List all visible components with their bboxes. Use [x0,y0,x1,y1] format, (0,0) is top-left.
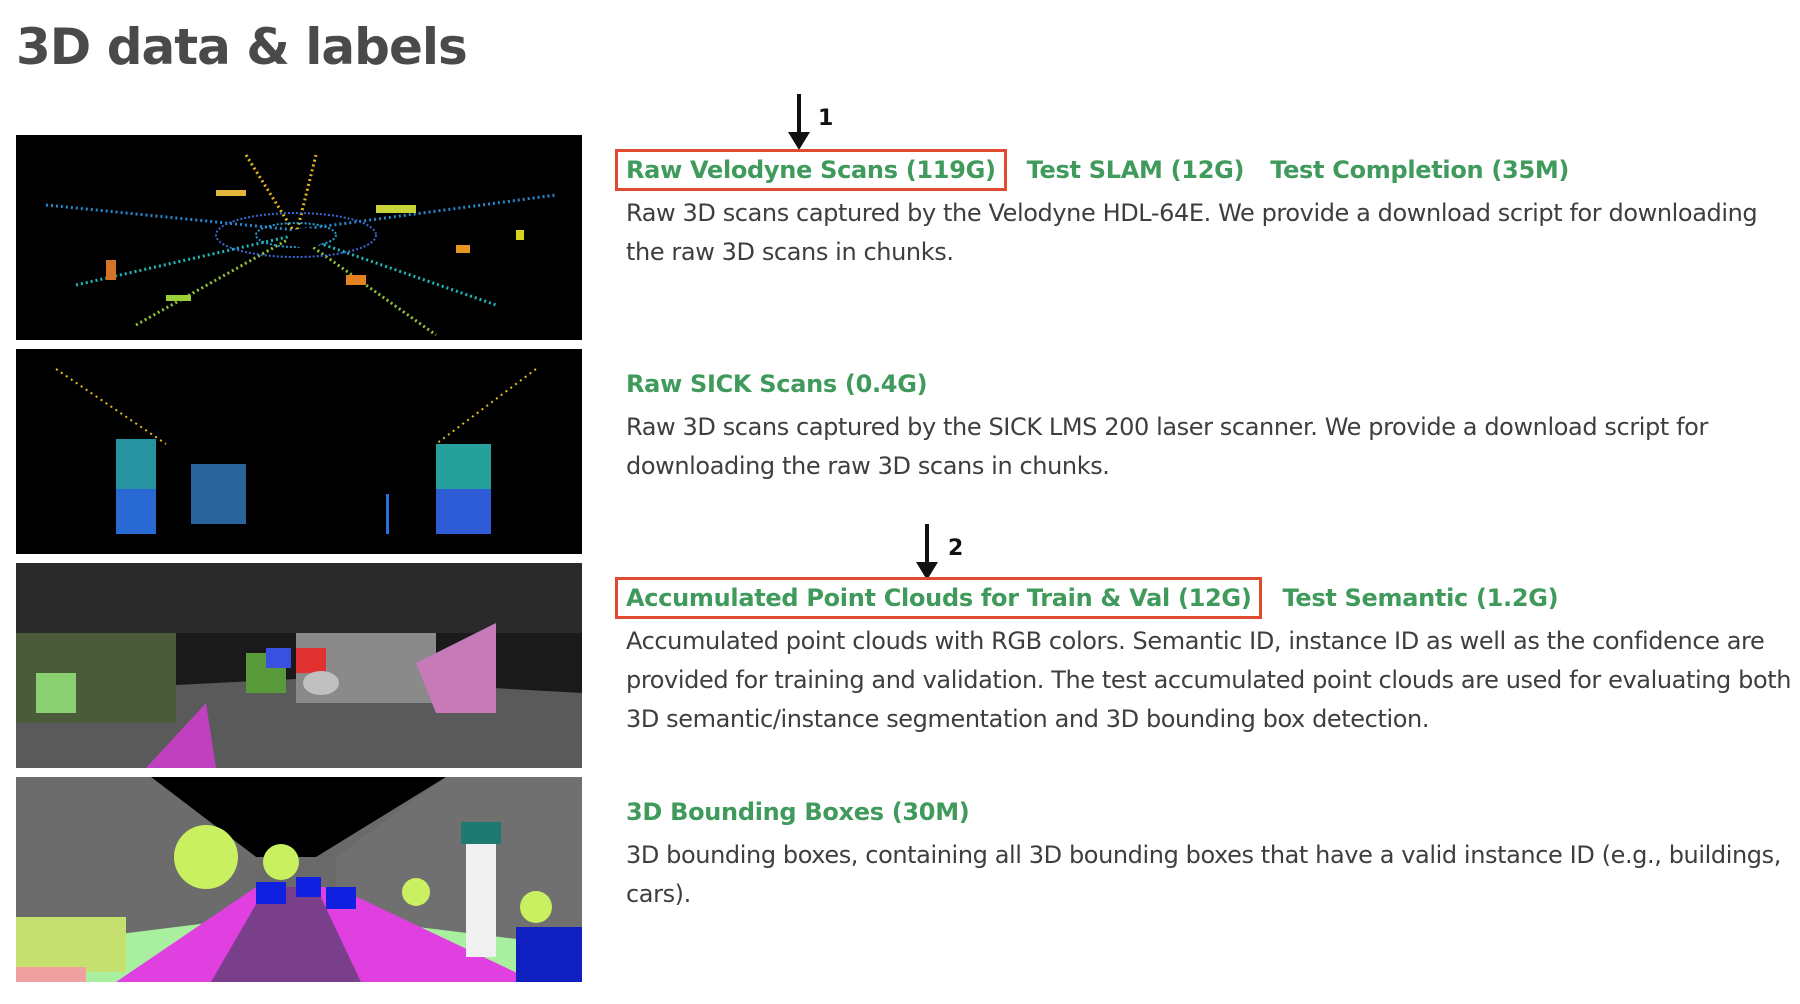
raw-sick-scans-link[interactable]: Raw SICK Scans (0.4G) [626,370,928,398]
page-title: 3D data & labels [16,18,468,76]
section-bounding-boxes: 3D Bounding Boxes (30M) 3D bounding boxe… [626,792,1796,914]
section-description: Raw 3D scans captured by the SICK LMS 20… [626,413,1708,480]
accumulated-point-clouds-link[interactable]: Accumulated Point Clouds for Train & Val… [615,577,1263,619]
section-description: Raw 3D scans captured by the Velodyne HD… [626,199,1758,266]
annotation-2 [914,524,940,582]
annotation-1 [786,94,812,152]
annotation-label-2: 2 [948,536,964,561]
raw-velodyne-scans-link[interactable]: Raw Velodyne Scans (119G) [615,149,1007,191]
velodyne-scan-image [16,135,582,340]
download-links: 3D Bounding Boxes (30M) [626,792,1796,832]
download-links: Accumulated Point Clouds for Train & Val… [615,577,1796,619]
down-arrow-icon [916,524,938,580]
download-links: Raw SICK Scans (0.4G) [626,364,1796,404]
sick-scan-image [16,349,582,554]
bounding-boxes-image [16,777,582,982]
test-semantic-link[interactable]: Test Semantic (1.2G) [1282,584,1558,612]
section-velodyne: Raw Velodyne Scans (119G) Test SLAM (12G… [615,149,1796,272]
section-accumulated: Accumulated Point Clouds for Train & Val… [615,577,1796,739]
bounding-boxes-link[interactable]: 3D Bounding Boxes (30M) [626,798,970,826]
section-description: 3D bounding boxes, containing all 3D bou… [626,841,1781,908]
test-completion-link[interactable]: Test Completion (35M) [1270,156,1569,184]
accumulated-point-cloud-image [16,563,582,768]
annotation-label-1: 1 [818,106,834,131]
section-sick: Raw SICK Scans (0.4G) Raw 3D scans captu… [626,364,1796,486]
test-slam-link[interactable]: Test SLAM (12G) [1027,156,1245,184]
download-links: Raw Velodyne Scans (119G) Test SLAM (12G… [615,149,1796,191]
down-arrow-icon [788,94,810,150]
section-description: Accumulated point clouds with RGB colors… [626,627,1792,733]
